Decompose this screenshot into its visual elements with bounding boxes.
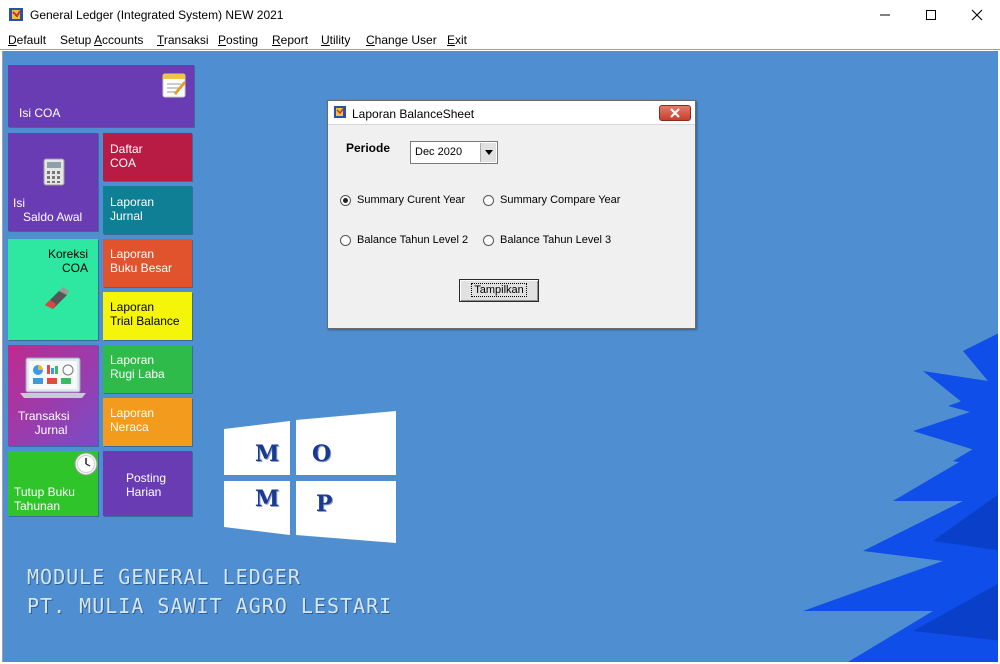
tile-isi-coa[interactable]: Isi COA xyxy=(8,65,194,127)
tile-isi-saldo-awal[interactable]: Isi Saldo Awal xyxy=(8,133,98,231)
menu-posting[interactable]: Posting xyxy=(218,33,258,47)
tile-label: Transaksi Jurnal xyxy=(18,409,70,437)
menu-setup-accounts[interactable]: Setup Accounts xyxy=(60,33,143,47)
desktop-area: Isi COA Isi Saldo Awal Daftar COA Lapora… xyxy=(2,51,998,662)
radio-label: Summary Curent Year xyxy=(357,194,466,206)
radio-dot xyxy=(483,234,494,246)
logo-letter: P xyxy=(316,491,333,517)
tile-laporan-neraca[interactable]: Laporan Neraca xyxy=(103,398,192,446)
tile-label: Laporan Trial Balance xyxy=(110,300,180,328)
menu-transaksi[interactable]: Transaksi xyxy=(157,33,209,47)
radio-label: Balance Tahun Level 2 xyxy=(357,234,469,246)
maximize-icon xyxy=(926,10,936,20)
radio-summary-curent-year[interactable]: Summary Curent Year xyxy=(340,194,465,206)
close-button[interactable] xyxy=(954,0,1000,30)
menu-utility[interactable]: Utility xyxy=(321,33,350,47)
close-icon xyxy=(670,108,680,118)
dialog-close-button[interactable] xyxy=(659,105,691,121)
laptop-dashboard-icon xyxy=(20,357,86,398)
module-title: MODULE GENERAL LEDGER xyxy=(27,565,301,589)
tile-label: Tutup Buku Tahunan xyxy=(14,485,75,513)
tile-laporan-buku-besar[interactable]: Laporan Buku Besar xyxy=(103,239,192,287)
tile-label: Laporan Rugi Laba xyxy=(110,353,165,381)
maximize-button[interactable] xyxy=(908,0,954,30)
window-title: General Ledger (Integrated System) NEW 2… xyxy=(30,8,284,22)
eraser-icon xyxy=(45,287,69,309)
radio-dot xyxy=(340,194,351,206)
tile-label: Posting Harian xyxy=(126,471,167,499)
tile-laporan-jurnal[interactable]: Laporan Jurnal xyxy=(103,186,192,234)
company-name: PT. MULIA SAWIT AGRO LESTARI xyxy=(27,594,393,618)
periode-label: Periode xyxy=(346,141,391,155)
menu-exit[interactable]: Exit xyxy=(447,33,467,47)
menu-bar: Default Setup Accounts Transaksi Posting… xyxy=(0,30,1000,50)
tile-tutup-buku-tahunan[interactable]: Tutup Buku Tahunan xyxy=(8,451,98,516)
minimize-button[interactable] xyxy=(862,0,908,30)
tile-label: Laporan Neraca xyxy=(110,406,155,434)
minimize-icon xyxy=(880,14,890,16)
periode-value: Dec 2020 xyxy=(415,146,463,158)
tile-label: Isi COA xyxy=(19,106,61,120)
periode-select[interactable]: Dec 2020 xyxy=(410,141,498,164)
tile-label: Daftar COA xyxy=(110,142,143,170)
radio-label: Balance Tahun Level 3 xyxy=(500,234,612,246)
calculator-icon xyxy=(43,158,65,186)
menu-change-user[interactable]: Change User xyxy=(366,33,437,47)
dialog-title-bar: Laporan BalanceSheet xyxy=(328,101,695,125)
clock-icon xyxy=(74,452,98,476)
tile-label: Laporan Buku Besar xyxy=(110,247,173,275)
tile-label: Koreksi COA xyxy=(48,247,89,275)
radio-balance-tahun-level-2[interactable]: Balance Tahun Level 2 xyxy=(340,234,468,246)
dropdown-button[interactable] xyxy=(480,143,496,162)
dialog-title: Laporan BalanceSheet xyxy=(352,107,475,121)
logo-letter: O xyxy=(312,441,332,467)
tile-posting-harian[interactable]: Posting Harian xyxy=(103,451,192,516)
tile-daftar-coa[interactable]: Daftar COA xyxy=(103,133,192,181)
close-icon xyxy=(971,9,983,21)
button-label: Tampilkan xyxy=(471,283,527,297)
menu-report[interactable]: Report xyxy=(272,33,308,47)
chevron-down-icon xyxy=(484,150,493,155)
laporan-balancesheet-dialog: Laporan BalanceSheet Periode Dec 2020 Su… xyxy=(327,100,696,329)
tile-transaksi-jurnal[interactable]: Transaksi Jurnal xyxy=(8,345,98,446)
logo-letter: M xyxy=(255,486,280,512)
tile-label: Isi Saldo Awal xyxy=(13,196,83,224)
radio-dot xyxy=(483,194,494,206)
tampilkan-button[interactable]: Tampilkan xyxy=(459,279,539,302)
tile-laporan-rugi-laba[interactable]: Laporan Rugi Laba xyxy=(103,345,192,393)
momp-logo: M O M P xyxy=(220,411,398,543)
title-bar: General Ledger (Integrated System) NEW 2… xyxy=(0,0,1000,30)
tile-label: Laporan Jurnal xyxy=(110,195,155,223)
radio-summary-compare-year[interactable]: Summary Compare Year xyxy=(483,194,620,206)
splash-decoration xyxy=(803,333,998,662)
notepad-icon xyxy=(162,73,186,98)
dialog-app-icon xyxy=(334,106,346,118)
tile-koreksi-coa[interactable]: Koreksi COA xyxy=(8,239,98,340)
menu-default[interactable]: Default xyxy=(8,33,46,47)
radio-balance-tahun-level-3[interactable]: Balance Tahun Level 3 xyxy=(483,234,611,246)
app-icon xyxy=(9,8,23,21)
radio-dot xyxy=(340,234,351,246)
radio-label: Summary Compare Year xyxy=(500,194,621,206)
logo-letter: M xyxy=(255,441,280,467)
tile-laporan-trial-balance[interactable]: Laporan Trial Balance xyxy=(103,292,192,340)
